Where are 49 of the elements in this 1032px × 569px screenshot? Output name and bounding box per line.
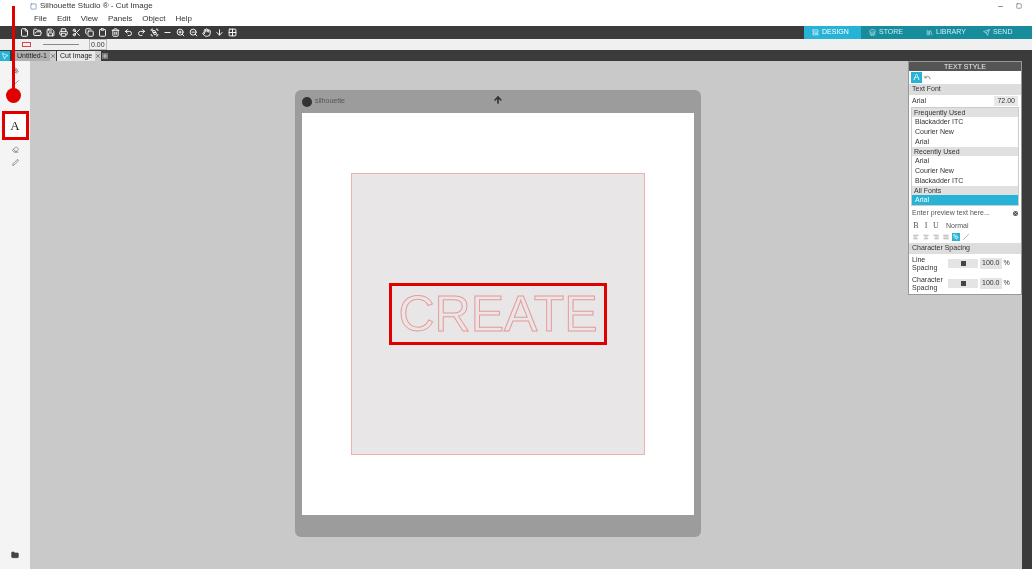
menu-item[interactable]: View: [80, 13, 98, 25]
text-tool[interactable]: A: [10, 119, 20, 132]
grid-icon[interactable]: [228, 28, 237, 37]
zoom-in-icon[interactable]: [176, 28, 185, 37]
redo-icon[interactable]: [137, 28, 146, 37]
close-icon[interactable]: [95, 50, 102, 61]
design-icon: [812, 29, 819, 36]
pan-icon[interactable]: [202, 28, 211, 37]
copy-icon[interactable]: [85, 28, 94, 37]
delete-icon[interactable]: [111, 28, 120, 37]
arrow-down-icon[interactable]: [215, 28, 224, 37]
app-icon: [30, 2, 37, 10]
eraser-icon[interactable]: [11, 146, 19, 153]
save-icon[interactable]: [46, 28, 55, 37]
cut-icon[interactable]: [72, 28, 81, 37]
menu-item[interactable]: File: [34, 13, 47, 25]
feed-arrow-icon: [493, 95, 503, 105]
clear-icon[interactable]: [1013, 210, 1018, 216]
open-icon[interactable]: [33, 28, 42, 37]
paste-icon[interactable]: [98, 28, 107, 37]
slider-thumb[interactable]: [960, 281, 966, 286]
menu-item[interactable]: Edit: [56, 13, 71, 25]
select-tool-icon[interactable]: [0, 50, 10, 61]
library-icon: [926, 29, 933, 36]
store-icon: [869, 29, 876, 36]
slider-thumb[interactable]: [960, 261, 966, 266]
spacing-slider[interactable]: [948, 259, 978, 268]
style-toggle[interactable]: B: [912, 221, 920, 230]
add-tab-icon[interactable]: [102, 52, 109, 59]
zoom-out-icon[interactable]: [189, 28, 198, 37]
print-icon[interactable]: [59, 28, 68, 37]
send-icon: [983, 29, 990, 36]
close-icon[interactable]: [49, 50, 56, 61]
style-toggle[interactable]: U: [932, 221, 940, 230]
menu-item[interactable]: Help: [175, 13, 192, 25]
window-title: Silhouette Studio ® - Cut Image: [40, 0, 153, 12]
style-toggle[interactable]: I: [922, 221, 930, 230]
line-style-field[interactable]: [43, 44, 79, 45]
scrollbar[interactable]: [1022, 61, 1032, 569]
logo-icon: [302, 96, 312, 107]
undo-icon[interactable]: [124, 28, 133, 37]
line-color-swatch[interactable]: [22, 42, 31, 47]
folder-icon[interactable]: [11, 551, 19, 559]
spacing-slider[interactable]: [948, 279, 978, 288]
undo-style-icon[interactable]: [924, 74, 931, 81]
menu-item[interactable]: Panels: [107, 13, 133, 25]
menu-item[interactable]: Object: [142, 13, 166, 25]
outline-text: CREATE: [389, 283, 607, 345]
new-file-icon[interactable]: [20, 28, 29, 37]
